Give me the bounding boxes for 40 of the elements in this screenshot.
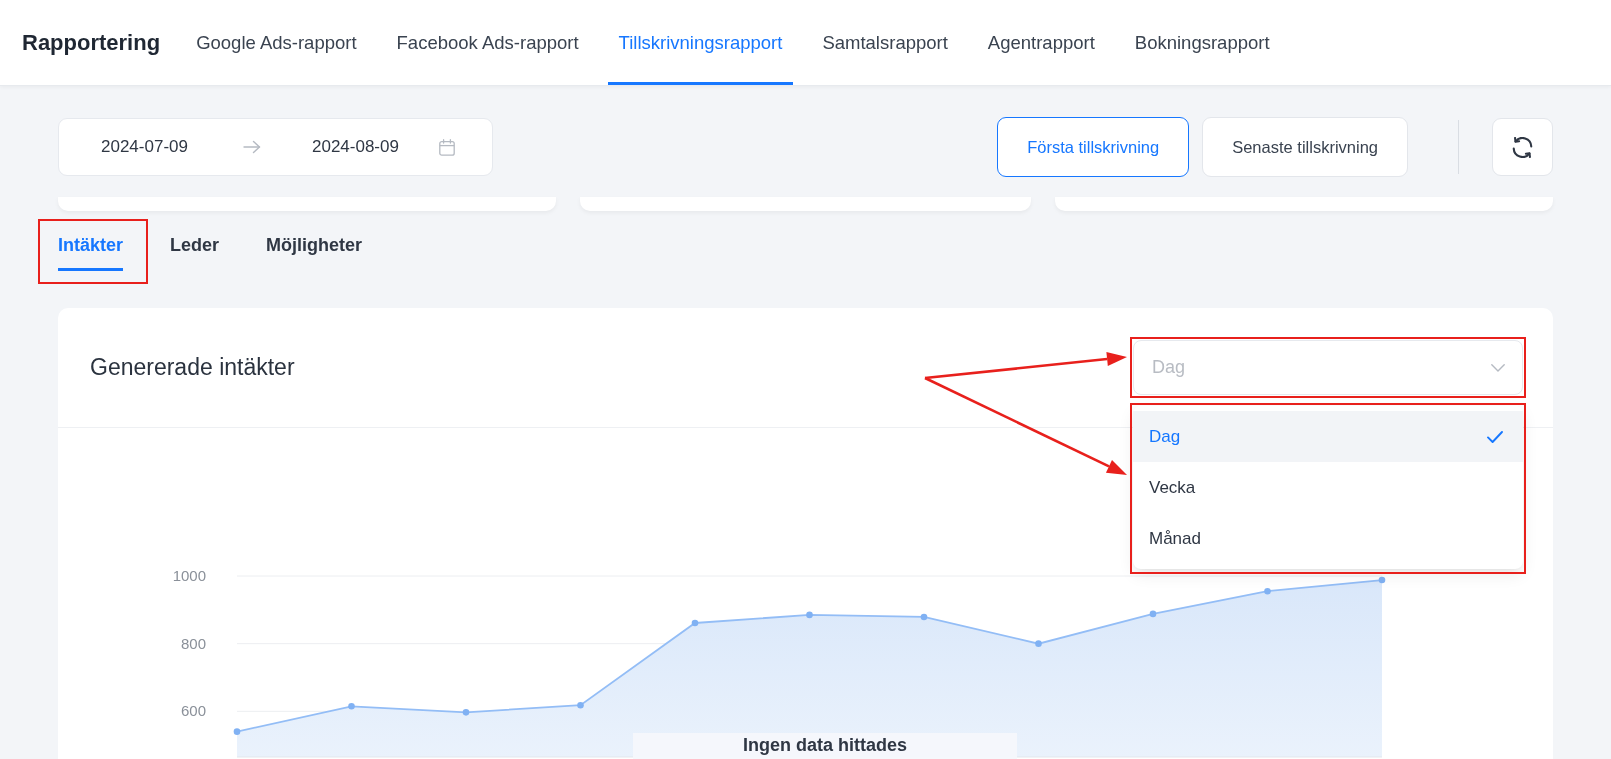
check-icon	[1487, 430, 1503, 443]
date-range-picker[interactable]: 2024-07-09 2024-08-09	[58, 118, 493, 176]
attribution-toggle-button[interactable]: Senaste tillskrivning	[1202, 117, 1408, 177]
calendar-icon	[438, 138, 455, 156]
data-point	[806, 611, 813, 619]
y-axis-label: 800	[180, 634, 206, 652]
refresh-icon	[1512, 136, 1533, 158]
card-title: Genererade intäkter	[90, 354, 295, 381]
refresh-button[interactable]	[1492, 118, 1553, 176]
data-point	[1264, 587, 1271, 595]
section-tab[interactable]: Intäkter	[58, 234, 124, 271]
dropdown-option[interactable]: Dag	[1133, 411, 1523, 462]
nav-tab[interactable]: Tillskrivningsrapport	[607, 0, 794, 85]
y-axis-label: 600	[180, 702, 206, 720]
data-point	[1378, 576, 1386, 584]
data-point	[691, 619, 699, 627]
data-point	[1035, 640, 1042, 647]
data-point	[348, 702, 355, 710]
section-tab[interactable]: Leder	[170, 234, 220, 271]
page-title: Rapportering	[22, 29, 161, 56]
data-point	[233, 728, 241, 735]
data-point	[462, 709, 470, 716]
data-point	[1149, 610, 1157, 618]
chevron-down-icon	[1491, 363, 1505, 372]
nav-tab[interactable]: Samtalsrapport	[811, 0, 959, 85]
nav-tab[interactable]: Bokningsrapport	[1123, 0, 1281, 85]
arrow-right-icon	[242, 140, 261, 154]
nav-tab[interactable]: Facebook Ads-rapport	[385, 0, 590, 85]
start-date-input[interactable]: 2024-07-09	[101, 137, 188, 157]
no-data-message: Ingen data hittades	[633, 733, 1017, 759]
end-date-input[interactable]: 2024-08-09	[311, 137, 399, 157]
data-point	[577, 701, 584, 709]
dropdown-option[interactable]: Vecka	[1133, 462, 1523, 513]
data-point	[920, 613, 928, 621]
section-tab[interactable]: Möjligheter	[266, 234, 363, 271]
nav-tab[interactable]: Google Ads-rapport	[185, 0, 368, 85]
y-axis-label: 1000	[172, 567, 206, 584]
attribution-toggle-button[interactable]: Första tillskrivning	[997, 117, 1190, 177]
nav-tab[interactable]: Agentrapport	[976, 0, 1106, 85]
dropdown-option[interactable]: Månad	[1133, 513, 1523, 564]
